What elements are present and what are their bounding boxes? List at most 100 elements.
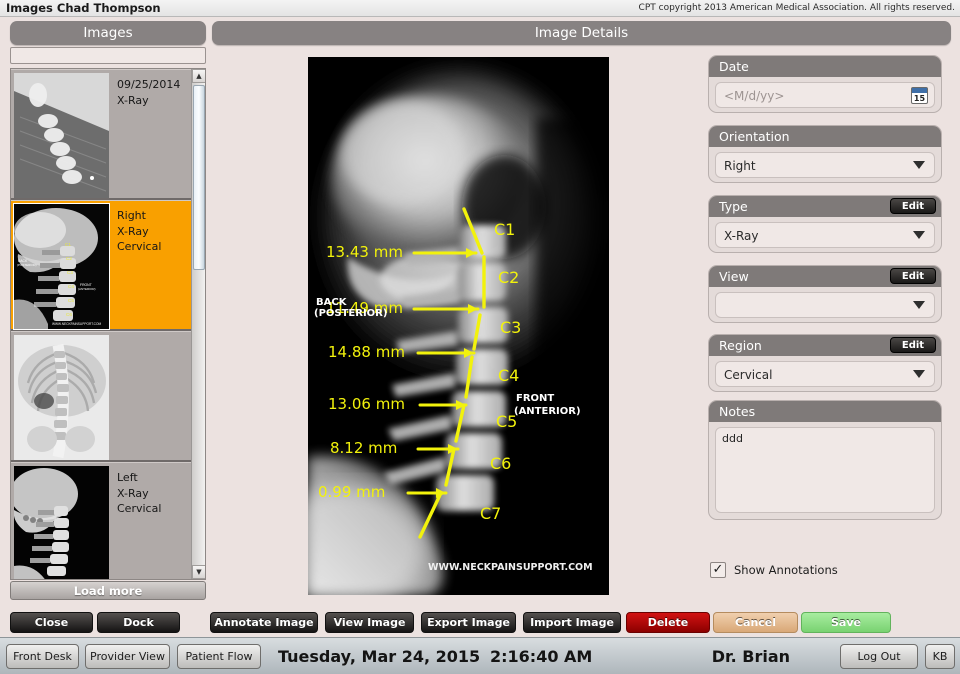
thumbnail-image[interactable] <box>14 466 109 579</box>
notes-field-group: Notes ddd <box>708 400 942 520</box>
thumbnail-image[interactable] <box>14 73 109 198</box>
xray-image: 13.43 mm11.49 mm14.88 mm13.06 mm8.12 mm0… <box>308 57 609 595</box>
provider-view-button[interactable]: Provider View <box>85 644 170 669</box>
type-label-text: Type <box>719 199 748 214</box>
thumbnail-meta-line: Cervical <box>117 502 162 515</box>
page-title: Images Chad Thompson <box>6 1 161 15</box>
thumbnail-list-item[interactable]: C1 C2 C3 C4 C5 C6 BACK (POSTERIOR) FRONT (AN… <box>11 200 193 331</box>
thumbnail-metadata <box>109 332 193 460</box>
svg-text:(ANTERIOR): (ANTERIOR) <box>78 287 96 291</box>
orientation-label: Orientation <box>709 126 941 147</box>
front-label-line2: (ANTERIOR) <box>514 406 581 417</box>
thumbnail-image[interactable]: C1 C2 C3 C4 C5 C6 BACK (POSTERIOR) FRONT (AN… <box>13 203 110 330</box>
region-field-group: Region Edit Cervical <box>708 334 942 392</box>
svg-text:C2: C2 <box>66 256 72 261</box>
view-label-text: View <box>719 269 749 284</box>
view-field-group: View Edit <box>708 265 942 323</box>
measurement-label: 13.43 mm <box>326 243 403 261</box>
view-image-button[interactable]: View Image <box>325 612 414 633</box>
thumbnail-scrollbar[interactable]: ▲ ▼ <box>191 69 205 579</box>
scroll-up-icon[interactable]: ▲ <box>192 69 205 83</box>
vertebra-label: C3 <box>500 318 521 337</box>
vertebra-label: C4 <box>498 366 519 385</box>
view-edit-button[interactable]: Edit <box>890 268 936 284</box>
measurement-label: 14.88 mm <box>328 343 405 361</box>
region-edit-button[interactable]: Edit <box>890 337 936 353</box>
thumbnail-list-item[interactable]: Left X-Ray Cervical <box>11 462 193 579</box>
save-button[interactable]: Save <box>801 612 891 633</box>
back-label-line1: BACK <box>316 297 348 308</box>
vertebra-label: C2 <box>498 268 519 287</box>
calendar-icon[interactable]: 15 <box>911 87 928 104</box>
notes-label: Notes <box>709 401 941 422</box>
view-select[interactable] <box>715 292 935 318</box>
svg-text:C6: C6 <box>66 312 72 317</box>
logged-in-user: Dr. Brian <box>711 647 790 666</box>
measurement-label: 8.12 mm <box>330 439 397 457</box>
annotate-image-button[interactable]: Annotate Image <box>210 612 318 633</box>
chevron-down-icon[interactable] <box>913 231 925 239</box>
scroll-down-icon[interactable]: ▼ <box>192 565 205 579</box>
svg-text:C5: C5 <box>68 298 74 303</box>
image-details-panel-header: Image Details <box>212 21 951 45</box>
thumbnail-meta-line: Right <box>117 209 146 222</box>
date-label: Date <box>709 56 941 77</box>
front-label-line1: FRONT <box>516 393 554 404</box>
type-value: X-Ray <box>724 229 759 243</box>
thumbnail-metadata: Left X-Ray Cervical <box>109 463 193 579</box>
images-panel-header: Images <box>10 21 206 45</box>
export-image-button[interactable]: Export Image <box>421 612 516 633</box>
vertebra-label: C6 <box>490 454 511 473</box>
thumbnail-meta-line: X-Ray <box>117 486 149 500</box>
thumbnail-metadata: Right X-Ray Cervical <box>109 201 193 329</box>
orientation-select[interactable]: Right <box>715 152 935 178</box>
orientation-field-group: Orientation Right <box>708 125 942 183</box>
thumbnail-metadata: 09/25/2014 X-Ray <box>109 70 193 198</box>
load-more-button[interactable]: Load more <box>10 581 206 600</box>
dock-button[interactable]: Dock <box>97 612 180 633</box>
delete-button[interactable]: Delete <box>626 612 710 633</box>
keyboard-button[interactable]: KB <box>925 644 955 669</box>
show-annotations-row[interactable]: ✓ Show Annotations <box>710 562 838 578</box>
type-label: Type Edit <box>709 196 941 217</box>
back-label-line2: (POSTERIOR) <box>314 308 387 319</box>
measurement-label: 13.06 mm <box>328 395 405 413</box>
date-placeholder: <M/d/yy> <box>724 89 785 103</box>
front-desk-button[interactable]: Front Desk <box>6 644 79 669</box>
search-input[interactable] <box>10 47 206 64</box>
status-bar: Front Desk Provider View Patient Flow Tu… <box>0 637 960 674</box>
notes-textarea[interactable]: ddd <box>715 427 935 513</box>
show-annotations-label: Show Annotations <box>734 563 838 577</box>
svg-text:C1: C1 <box>65 242 71 247</box>
thumbnail-meta-line: 09/25/2014 <box>117 78 181 91</box>
status-date: Tuesday, Mar 24, 2015 <box>278 647 481 666</box>
thumbnail-meta-line: X-Ray <box>117 93 149 107</box>
view-label: View Edit <box>709 266 941 287</box>
thumbnail-meta-line: X-Ray <box>117 224 149 238</box>
chevron-down-icon[interactable] <box>913 370 925 378</box>
image-viewer[interactable]: 13.43 mm 11.49 mm 14.88 mm 13.06 mm 8.12 mm 0… <box>308 57 609 595</box>
thumbnail-list[interactable]: 09/25/2014 X-Ray C1 C2 C3 C4 C5 C6 BACK (POST… <box>10 68 206 580</box>
orientation-value: Right <box>724 159 756 173</box>
chevron-down-icon[interactable] <box>913 161 925 169</box>
thumbnail-list-item[interactable] <box>11 331 193 462</box>
cancel-button[interactable]: Cancel <box>713 612 798 633</box>
import-image-button[interactable]: Import Image <box>523 612 621 633</box>
scrollbar-thumb[interactable] <box>193 85 205 270</box>
close-button[interactable]: Close <box>10 612 93 633</box>
svg-text:C3: C3 <box>67 270 73 275</box>
log-out-button[interactable]: Log Out <box>840 644 918 669</box>
show-annotations-checkbox[interactable]: ✓ <box>710 562 726 578</box>
region-select[interactable]: Cervical <box>715 361 935 387</box>
type-edit-button[interactable]: Edit <box>890 198 936 214</box>
region-label: Region Edit <box>709 335 941 356</box>
svg-text:C4: C4 <box>68 284 74 289</box>
patient-flow-button[interactable]: Patient Flow <box>177 644 261 669</box>
thumbnail-image[interactable] <box>14 335 109 460</box>
type-field-group: Type Edit X-Ray <box>708 195 942 253</box>
date-input[interactable]: <M/d/yy> 15 <box>715 82 935 108</box>
chevron-down-icon[interactable] <box>913 301 925 309</box>
type-select[interactable]: X-Ray <box>715 222 935 248</box>
status-time: 2:16:40 AM <box>490 647 593 666</box>
thumbnail-list-item[interactable]: 09/25/2014 X-Ray <box>11 69 193 200</box>
